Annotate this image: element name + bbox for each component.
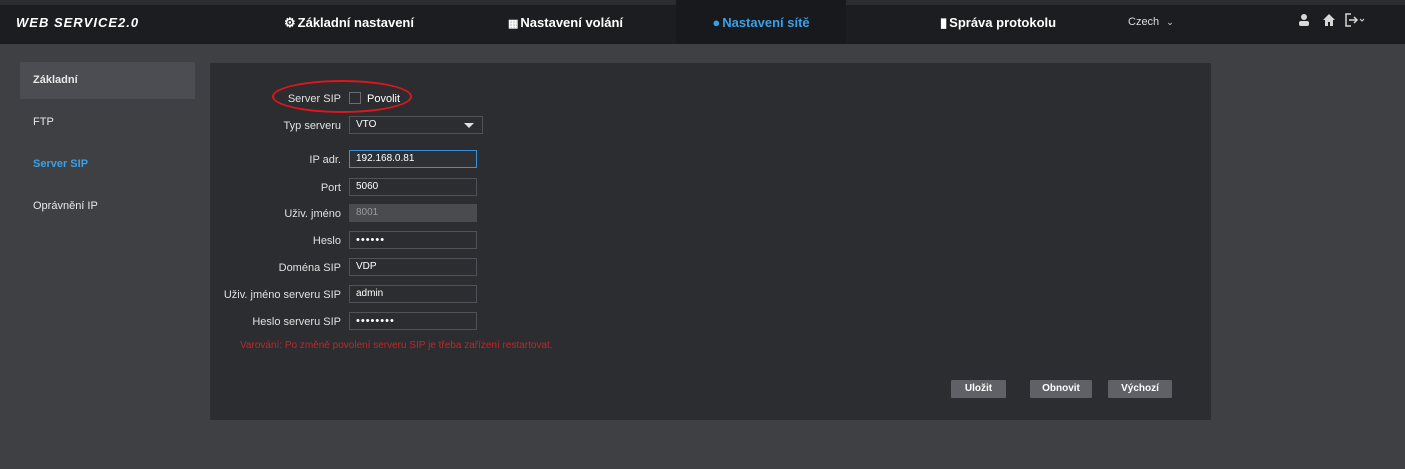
app-logo: WEB SERVICE2.0 [16, 15, 140, 30]
sidebar-item-basic[interactable]: Základní [20, 62, 195, 99]
default-button[interactable]: Výchozí [1108, 380, 1172, 398]
select-value: VTO [356, 119, 377, 130]
field-label: Heslo serveru SIP [252, 316, 341, 328]
tab-log-management[interactable]: ▮ Správa protokolu [940, 0, 1056, 44]
document-icon: ▮ [940, 15, 948, 30]
server-password-row: Heslo serveru SIP •••••••• [210, 312, 510, 332]
tab-call-settings[interactable]: ▦ Nastavení volání [508, 0, 623, 44]
ip-address-input[interactable]: 192.168.0.81 [349, 150, 477, 168]
server-username-row: Uživ. jméno serveru SIP admin [210, 285, 510, 305]
sip-domain-input[interactable]: VDP [349, 258, 477, 276]
top-navigation-bar: WEB SERVICE2.0 ⚙ Základní nastavení ▦ Nast… [0, 0, 1405, 44]
sip-domain-row: Doména SIP VDP [210, 258, 510, 278]
field-label: IP adr. [309, 154, 341, 166]
server-type-select[interactable]: VTO [349, 116, 483, 134]
tab-network-settings[interactable]: ● Nastavení sítě [676, 0, 846, 44]
username-input: 8001 [349, 204, 477, 222]
refresh-button[interactable]: Obnovit [1030, 380, 1092, 398]
field-label: Port [320, 182, 341, 194]
enable-checkbox[interactable] [349, 92, 361, 104]
field-label: Server SIP [287, 93, 341, 105]
sidebar: Základní FTP Server SIP Oprávnění IP [20, 62, 195, 230]
field-label: Doména SIP [278, 262, 341, 274]
globe-icon: ● [712, 15, 721, 30]
server-username-input[interactable]: admin [349, 285, 477, 303]
home-icon[interactable] [1322, 13, 1336, 30]
user-icon[interactable] [1297, 13, 1311, 30]
sidebar-item-ip-permission[interactable]: Oprávnění IP [20, 188, 195, 225]
port-input[interactable]: 5060 [349, 178, 477, 196]
sip-server-settings-panel: Server SIP Povolit Typ serveru VTO IP ad… [210, 63, 1211, 420]
tab-label: Nastavení sítě [722, 15, 810, 30]
sidebar-item-ftp[interactable]: FTP [20, 104, 195, 141]
language-value: Czech [1128, 16, 1160, 28]
server-type-row: Typ serveru VTO [210, 116, 510, 136]
ip-row: IP adr. 192.168.0.81 [210, 150, 510, 170]
field-label: Uživ. jméno [284, 208, 341, 220]
chevron-down-icon: ⌄ [1166, 17, 1174, 27]
save-button[interactable]: Uložit [951, 380, 1006, 398]
port-row: Port 5060 [210, 178, 510, 198]
sidebar-item-sip-server[interactable]: Server SIP [20, 146, 195, 183]
tab-label: Základní nastavení [297, 15, 414, 30]
tab-label: Správa protokolu [949, 15, 1057, 30]
checkbox-label: Povolit [367, 93, 401, 105]
field-label: Uživ. jméno serveru SIP [223, 289, 341, 301]
tab-basic-settings[interactable]: ⚙ Základní nastavení [284, 0, 414, 44]
password-input[interactable]: •••••• [349, 231, 477, 249]
server-password-input[interactable]: •••••••• [349, 312, 477, 330]
field-label: Typ serveru [283, 120, 341, 132]
caret-down-icon [464, 123, 474, 128]
username-row: Uživ. jméno 8001 [210, 204, 510, 224]
building-icon: ▦ [508, 18, 519, 30]
gear-icon: ⚙ [284, 15, 296, 30]
language-select[interactable]: Czech ⌄ [1128, 16, 1174, 28]
tab-label: Nastavení volání [520, 15, 624, 30]
sip-server-enable-row: Server SIP Povolit [210, 89, 510, 109]
logout-icon[interactable] [1345, 13, 1367, 30]
restart-warning: Varování: Po změně povolení serveru SIP … [240, 340, 553, 351]
field-label: Heslo [312, 235, 341, 247]
password-row: Heslo •••••• [210, 231, 510, 251]
